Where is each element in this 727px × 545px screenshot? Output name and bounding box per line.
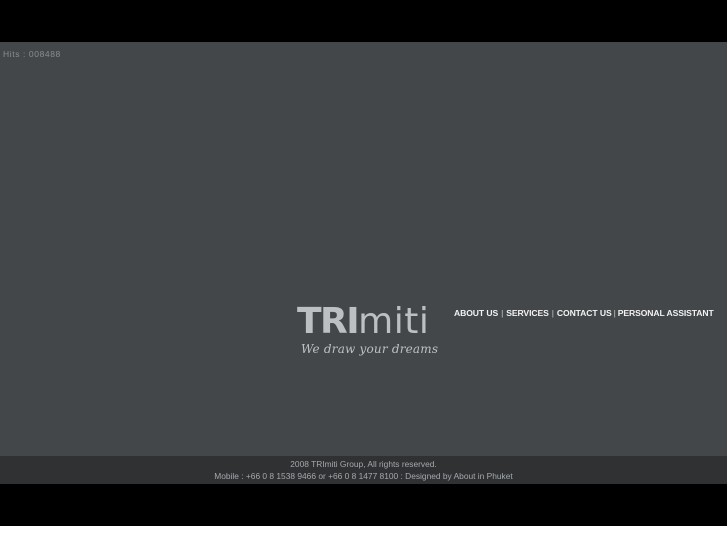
nav-about-us[interactable]: ABOUT US [454,308,498,318]
nav-services[interactable]: SERVICES [506,308,549,318]
nav-personal-assistant[interactable]: PERSONAL ASSISTANT [618,308,714,318]
top-black-bar [0,0,727,42]
logo-word-bold: TRI [297,301,360,342]
logo-word-light: miti [358,301,430,342]
footer-contact: Mobile : +66 0 8 1538 9466 or +66 0 8 14… [214,471,513,481]
hit-counter: Hits : 008488 [3,49,61,59]
bottom-black-bar [0,484,727,526]
nav-separator: | [551,308,554,318]
nav-contact-us[interactable]: CONTACT US [557,308,612,318]
footer: 2008 TRImiti Group, All rights reserved.… [0,456,727,484]
nav-separator: | [501,308,504,318]
main-panel: Hits : 008488 TRImiti We draw your dream… [0,42,727,456]
logo-tagline: We draw your dreams [301,342,439,356]
nav-separator: | [613,308,616,318]
main-navigation: ABOUT US | SERVICES | CONTACT US | PERSONAL AS… [454,308,727,318]
logo-wordmark: TRImiti [297,302,429,342]
footer-copyright: 2008 TRImiti Group, All rights reserved. [290,459,437,469]
trimiti-logo[interactable]: TRImiti We draw your dreams [297,302,438,362]
